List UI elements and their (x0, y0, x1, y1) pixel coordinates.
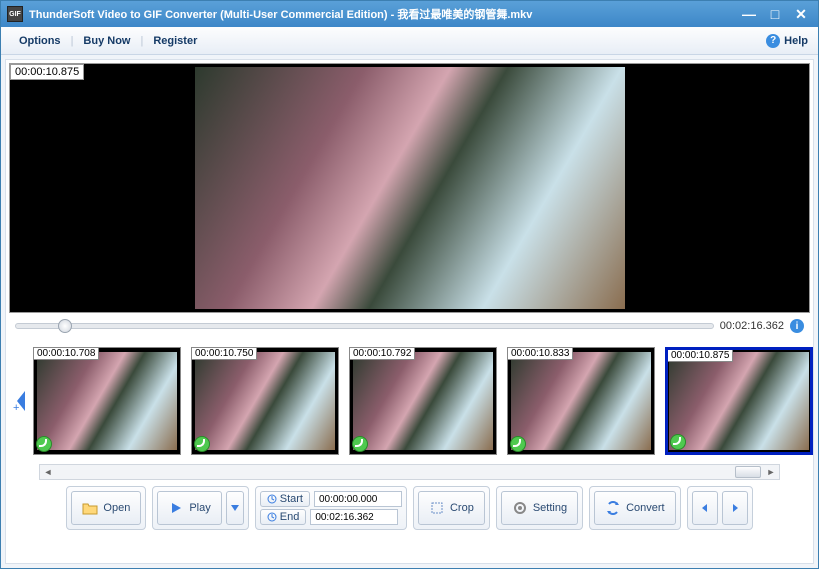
file-name: 我看过最唯美的钢管舞.mkv (397, 9, 532, 21)
total-duration: 00:02:16.362 (720, 320, 784, 332)
thumbnail-strip: + 00:00:10.70800:00:10.75000:00:10.79200… (9, 339, 810, 463)
help-button[interactable]: ? Help (766, 34, 808, 48)
thumb-frame (669, 352, 809, 450)
convert-icon (605, 500, 621, 516)
menu-options[interactable]: Options (11, 31, 69, 51)
clock-badge-icon (352, 436, 368, 452)
clock-icon (267, 494, 277, 504)
gear-icon (512, 500, 528, 516)
play-dropdown[interactable] (226, 491, 244, 525)
seek-thumb[interactable] (58, 319, 72, 333)
preview-frame (195, 67, 625, 309)
open-button[interactable]: Open (71, 491, 141, 525)
start-time-field[interactable]: 00:00:00.000 (314, 491, 402, 507)
clock-icon (267, 512, 277, 522)
prev-frame-button[interactable] (692, 491, 718, 525)
play-icon (168, 500, 184, 516)
thumb-timestamp: 00:00:10.708 (34, 348, 99, 360)
scroll-left-button[interactable]: ◄ (40, 465, 56, 479)
scroll-right-button[interactable]: ► (763, 465, 779, 479)
seek-bar-row: 00:02:16.362 i (9, 313, 810, 339)
thumbnail-4[interactable]: 00:00:10.875 (665, 347, 813, 455)
thumb-timestamp: 00:00:10.833 (508, 348, 573, 360)
thumb-scrollbar[interactable]: ◄ ► (39, 464, 780, 480)
app-icon: GIF (7, 6, 23, 22)
setting-button[interactable]: Setting (501, 491, 578, 525)
play-button[interactable]: Play (157, 491, 221, 525)
menu-buy-now[interactable]: Buy Now (75, 31, 138, 51)
thumbnail-1[interactable]: 00:00:10.750 (191, 347, 339, 455)
crop-button[interactable]: Crop (418, 491, 485, 525)
thumb-frame (511, 352, 651, 450)
thumbnail-2[interactable]: 00:00:10.792 (349, 347, 497, 455)
svg-text:+: + (13, 402, 19, 413)
info-icon[interactable]: i (790, 319, 804, 333)
app-window: GIF ThunderSoft Video to GIF Converter (… (0, 0, 819, 569)
thumb-timestamp: 00:00:10.875 (668, 350, 733, 362)
app-name: ThunderSoft Video to GIF Converter (Mult… (29, 9, 388, 21)
maximize-button[interactable]: □ (764, 5, 786, 23)
window-title: ThunderSoft Video to GIF Converter (Mult… (29, 6, 738, 22)
thumbnails: 00:00:10.708 00:00:10.750 00:00:10.792 00:0… (33, 347, 813, 455)
menubar: Options | Buy Now | Register ? Help (1, 27, 818, 55)
titlebar: GIF ThunderSoft Video to GIF Converter (… (1, 1, 818, 27)
thumb-prev-button[interactable]: + (13, 361, 29, 441)
menu-register[interactable]: Register (145, 31, 205, 51)
clock-badge-icon (510, 436, 526, 452)
start-time-button[interactable]: Start (260, 491, 310, 507)
end-time-button[interactable]: End (260, 509, 307, 525)
minimize-button[interactable]: — (738, 5, 760, 23)
video-preview[interactable]: 00:00:10.875 (9, 63, 810, 313)
content-area: 00:00:10.875 00:02:16.362 i + 00:00:10.7… (5, 59, 814, 564)
thumb-frame (353, 352, 493, 450)
help-icon: ? (766, 34, 780, 48)
toolbar: Open Play Start 00:00:00.000 (9, 481, 810, 535)
thumb-scrollbar-row: ◄ ► (9, 463, 810, 481)
scroll-thumb[interactable] (735, 466, 761, 478)
convert-button[interactable]: Convert (594, 491, 676, 525)
seek-slider[interactable] (15, 323, 714, 329)
close-button[interactable]: ✕ (790, 5, 812, 23)
preview-timestamp: 00:00:10.875 (10, 64, 84, 80)
thumbnail-3[interactable]: 00:00:10.833 (507, 347, 655, 455)
end-time-field[interactable]: 00:02:16.362 (310, 509, 398, 525)
clock-badge-icon (670, 434, 686, 450)
thumb-timestamp: 00:00:10.750 (192, 348, 257, 360)
clock-badge-icon (194, 436, 210, 452)
clock-badge-icon (36, 436, 52, 452)
next-frame-button[interactable] (722, 491, 748, 525)
folder-icon (82, 500, 98, 516)
thumb-timestamp: 00:00:10.792 (350, 348, 415, 360)
thumb-frame (37, 352, 177, 450)
thumbnail-0[interactable]: 00:00:10.708 (33, 347, 181, 455)
window-controls: — □ ✕ (738, 5, 812, 23)
crop-icon (429, 500, 445, 516)
thumb-frame (195, 352, 335, 450)
